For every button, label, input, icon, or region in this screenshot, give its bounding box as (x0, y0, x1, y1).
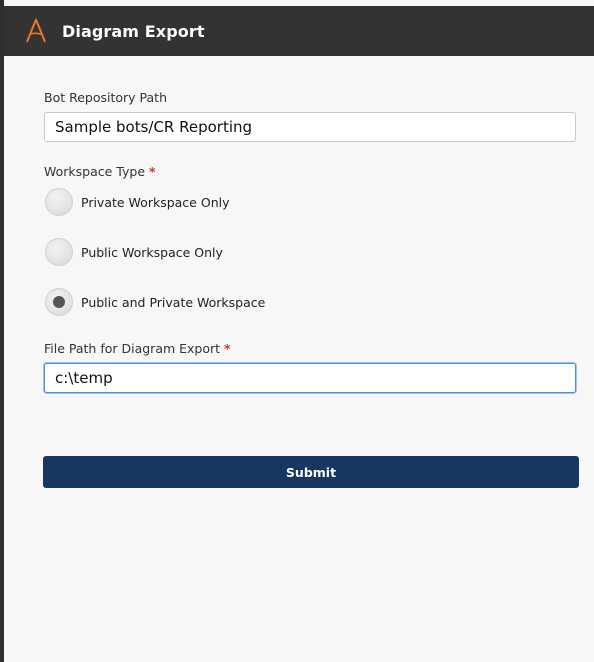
radio-private-workspace[interactable]: Private Workspace Only (45, 188, 229, 216)
repo-path-label-text: Bot Repository Path (44, 90, 167, 105)
workspace-type-label: Workspace Type * (44, 164, 156, 179)
export-path-label: File Path for Diagram Export * (44, 341, 231, 356)
export-path-input[interactable] (44, 363, 576, 393)
radio-public-and-private-workspace[interactable]: Public and Private Workspace (45, 288, 265, 316)
repo-path-label: Bot Repository Path (44, 90, 167, 105)
form-panel: Bot Repository Path Workspace Type* Priv… (4, 56, 594, 662)
window-title: Diagram Export (62, 21, 205, 41)
required-asterisk: * (224, 341, 231, 356)
radio-public-workspace[interactable]: Public Workspace Only (45, 238, 223, 266)
title-bar: Diagram Export (4, 6, 594, 56)
required-asterisk: * (149, 164, 156, 179)
radio-selected-dot (53, 296, 65, 308)
workspace-type-label-text: Workspace Type (44, 164, 146, 179)
radio-label: Private Workspace Only (81, 194, 230, 210)
radio-label: Public Workspace Only (81, 244, 223, 260)
radio-label: Public and Private Workspace (81, 294, 266, 310)
radio-button-circle[interactable] (45, 288, 73, 316)
submit-button[interactable]: Submit (43, 456, 579, 488)
radio-button-circle[interactable] (45, 238, 73, 266)
automation-logo-icon (22, 17, 50, 45)
export-path-label-text: File Path for Diagram Export (44, 341, 221, 356)
repo-path-input[interactable] (44, 112, 576, 142)
radio-button-circle[interactable] (45, 188, 73, 216)
diagram-export-window: Diagram Export Bot Repository Path Works… (0, 0, 594, 662)
